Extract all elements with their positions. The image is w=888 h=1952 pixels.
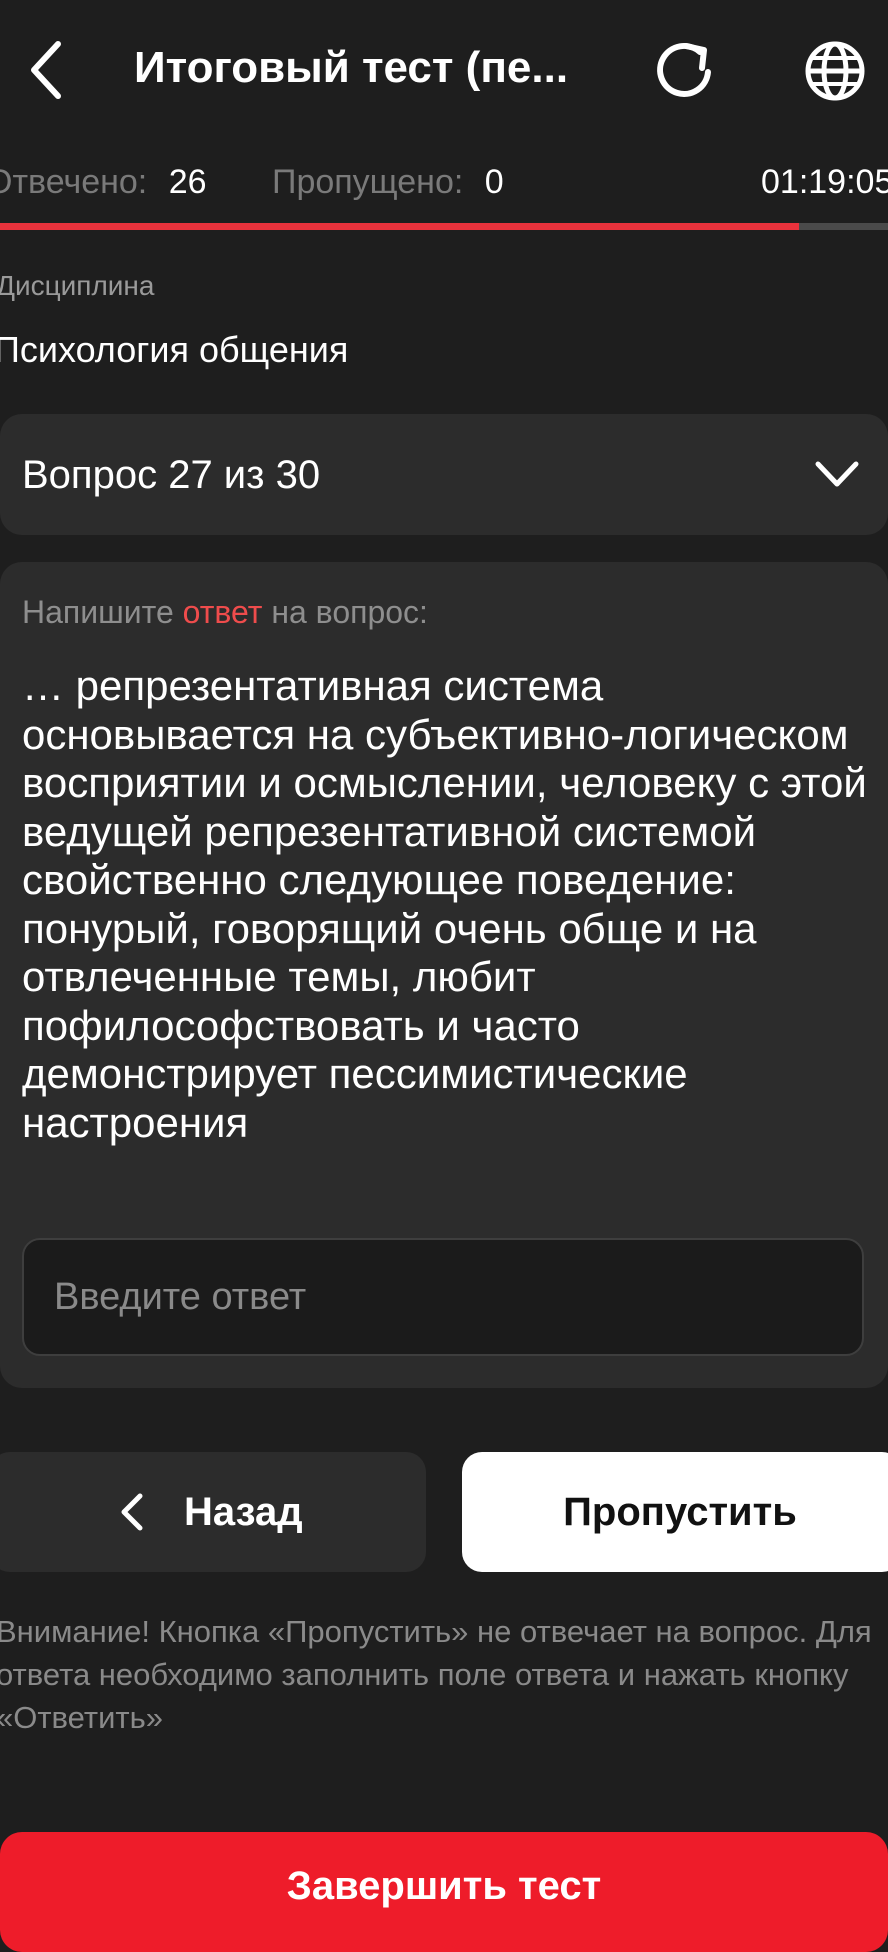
page-title: Итоговый тест (пе...: [134, 43, 569, 92]
chevron-left-icon: [121, 1493, 143, 1531]
language-button[interactable]: [796, 36, 874, 106]
question-card: Напишите ответ на вопрос: … репрезентати…: [0, 562, 888, 1388]
discipline-label: Дисциплина: [0, 270, 155, 301]
question-selector-label: Вопрос 27 из 30: [22, 453, 321, 497]
skip-notice: Внимание! Кнопка «Пропустить» не отвечае…: [0, 1614, 872, 1735]
instruction-prefix: Напишите: [22, 594, 183, 630]
answered-value: 26: [168, 163, 207, 201]
answer-input[interactable]: [22, 1238, 864, 1356]
timer: 01:19:05: [761, 163, 888, 201]
reload-button[interactable]: [646, 28, 726, 112]
skipped-value: 0: [484, 163, 504, 201]
question-selector[interactable]: Вопрос 27 из 30: [0, 414, 888, 535]
skipped-label: Пропущено:: [272, 163, 464, 201]
answered-stat: Отвечено: 26: [0, 160, 207, 204]
progress-bar: [0, 223, 888, 230]
finish-test-button[interactable]: Завершить тест: [0, 1832, 888, 1952]
chevron-left-icon: [31, 41, 61, 99]
back-nav-label: Назад: [184, 1490, 303, 1534]
instruction-accent: ответ: [182, 594, 263, 630]
question-instruction: Напишите ответ на вопрос:: [22, 590, 428, 634]
skip-label: Пропустить: [563, 1490, 797, 1534]
finish-test-label: Завершить тест: [286, 1864, 602, 1908]
globe-icon: [805, 41, 865, 101]
instruction-suffix: на вопрос:: [262, 594, 428, 630]
answered-label: Отвечено:: [0, 163, 148, 201]
back-button[interactable]: [14, 30, 80, 110]
skip-button[interactable]: Пропустить: [462, 1452, 888, 1572]
back-nav-button[interactable]: Назад: [0, 1452, 426, 1572]
question-text: … репрезентативная система основывается …: [22, 662, 867, 1146]
chevron-down-icon: [815, 461, 859, 487]
skipped-stat: Пропущено: 0: [272, 160, 504, 204]
progress-fill: [0, 223, 800, 230]
reload-icon: [657, 43, 711, 97]
discipline-value: Психология общения: [0, 329, 349, 370]
